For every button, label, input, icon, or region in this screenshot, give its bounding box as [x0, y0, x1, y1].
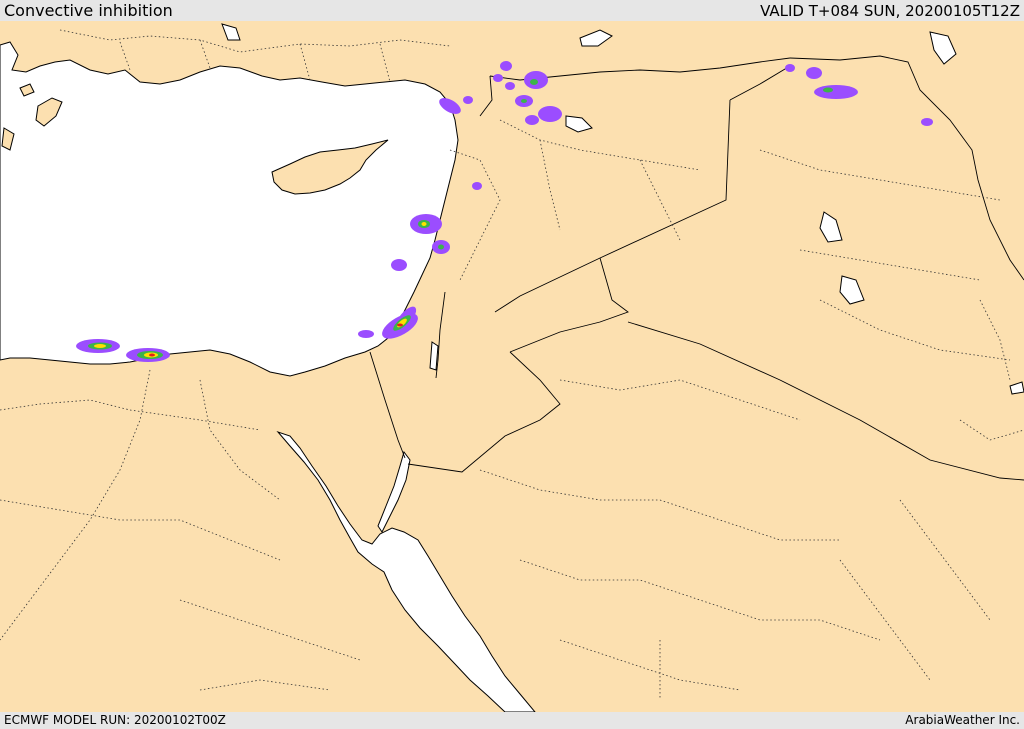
cin-area [521, 99, 527, 103]
cin-area [921, 118, 933, 126]
cin-area [500, 61, 512, 71]
cin-area [438, 244, 444, 250]
cin-area [493, 74, 503, 82]
valid-time-label: VALID T+084 SUN, 20200105T12Z [760, 2, 1020, 20]
cin-area [358, 330, 374, 338]
header-bar: Convective inhibition VALID T+084 SUN, 2… [0, 0, 1024, 21]
map-title: Convective inhibition [4, 1, 173, 20]
cin-area [149, 353, 155, 357]
cin-area [785, 64, 795, 72]
cin-area [472, 182, 482, 190]
dead-sea [429, 341, 439, 371]
credit-label: ArabiaWeather Inc. [905, 713, 1020, 727]
cin-area [530, 79, 538, 85]
cin-area [525, 115, 539, 125]
cin-area [94, 344, 106, 348]
cin-area [823, 87, 833, 93]
cin-area [538, 106, 562, 122]
cin-area [806, 67, 822, 79]
footer-bar: ECMWF MODEL RUN: 20200102T00Z ArabiaWeat… [0, 712, 1024, 729]
cin-area [463, 96, 473, 104]
weather-map [0, 21, 1024, 712]
cin-area [421, 222, 427, 226]
map-canvas [0, 21, 1024, 712]
cin-area [814, 85, 858, 99]
cin-area [505, 82, 515, 90]
cin-area [391, 259, 407, 271]
cin-area [397, 323, 403, 327]
model-run-label: ECMWF MODEL RUN: 20200102T00Z [4, 713, 226, 727]
